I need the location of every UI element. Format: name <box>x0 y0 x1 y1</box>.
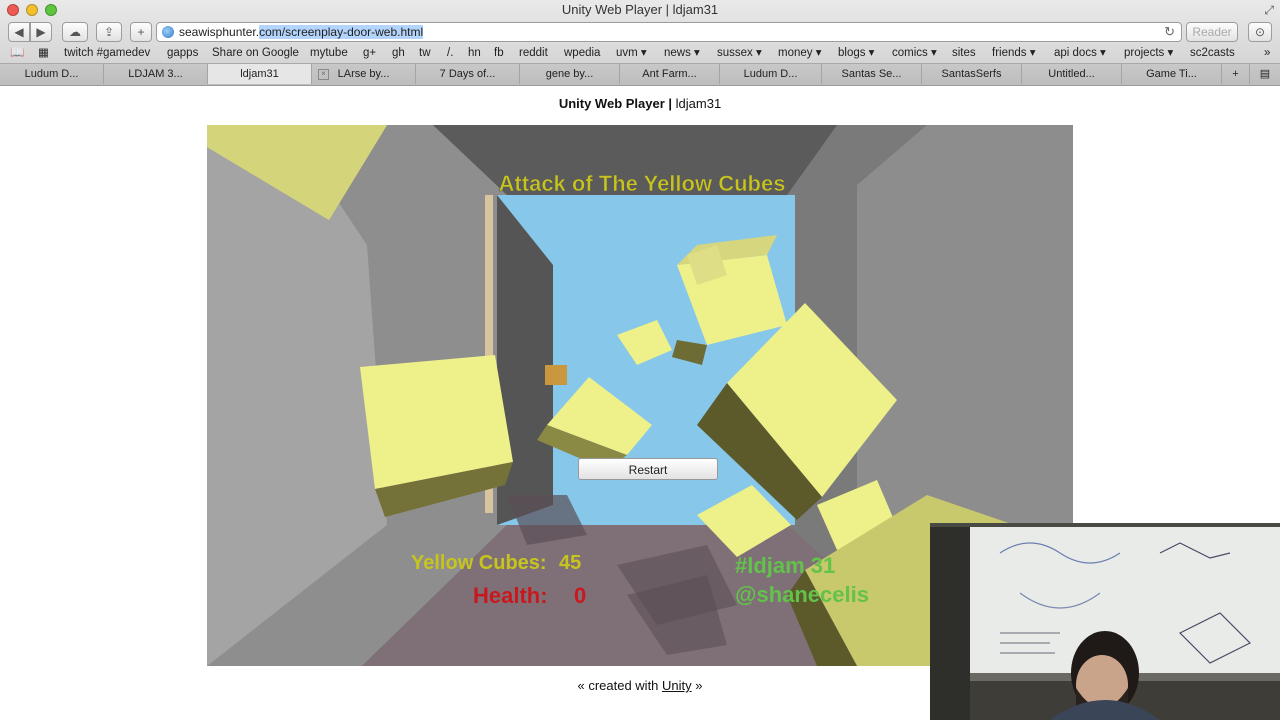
bookmarks-bar: 📖 ▦ twitch #gamedev gapps Share on Googl… <box>0 44 1280 62</box>
page-title-rest: ldjam31 <box>672 96 722 111</box>
small-cube <box>545 365 567 385</box>
close-window-button[interactable] <box>7 4 19 16</box>
tab-bar: Ludum D... LDJAM 3... ldjam31 × LArse by.… <box>0 63 1280 85</box>
tab[interactable]: SantasSerfs <box>922 64 1022 84</box>
tab-label: Ludum D... <box>743 68 798 80</box>
tab-label: SantasSerfs <box>941 68 1002 80</box>
bookmark-item[interactable]: uvm ▾ <box>616 44 647 62</box>
tab-active[interactable]: ldjam31 <box>208 64 312 84</box>
bookmark-item[interactable]: gh <box>392 44 405 62</box>
cubes-value: 45 <box>559 552 581 574</box>
tab[interactable]: Untitled... <box>1022 64 1122 84</box>
footer-suffix: » <box>691 678 703 693</box>
url-host: seawisphunter. <box>179 25 260 39</box>
top-sites-grid-icon[interactable]: ▦ <box>38 44 49 62</box>
restart-button[interactable]: Restart <box>578 458 718 480</box>
bookmark-item[interactable]: comics ▾ <box>892 44 937 62</box>
bookmarks-overflow-icon[interactable]: » <box>1264 44 1270 62</box>
browser-chrome: Unity Web Player | ldjam31 ⤢ ◀ ▶ ☁ ⇪ + s… <box>0 0 1280 86</box>
bookmark-item[interactable]: money ▾ <box>778 44 821 62</box>
page-title-bold: Unity Web Player | <box>558 96 673 111</box>
game-title: Attack of The Yellow Cubes <box>499 171 786 196</box>
tab[interactable]: × LArse by... <box>312 64 416 84</box>
reader-button[interactable]: Reader <box>1186 22 1238 42</box>
webcam-overlay <box>930 523 1280 720</box>
icloud-tabs-button[interactable]: ☁ <box>62 22 88 42</box>
downloads-button[interactable]: ⊙ <box>1248 22 1272 42</box>
bookmark-item[interactable]: fb <box>494 44 504 62</box>
author-handle: @shanecelis <box>735 582 869 607</box>
close-tab-icon[interactable]: × <box>318 69 329 80</box>
tab-label: Ludum D... <box>24 68 79 80</box>
bookmark-item[interactable]: /. <box>447 44 453 62</box>
page-title: Unity Web Player | ldjam31 <box>0 96 1280 111</box>
plus-icon: + <box>137 25 145 39</box>
plus-icon: + <box>1232 68 1239 80</box>
tab-label: Untitled... <box>1048 68 1095 80</box>
share-icon: ⇪ <box>103 25 115 39</box>
tab-label: Ant Farm... <box>642 68 697 80</box>
tab-label: Game Ti... <box>1146 68 1197 80</box>
bookmark-item[interactable]: g+ <box>363 44 376 62</box>
back-button[interactable]: ◀ <box>8 22 30 42</box>
downloads-icon: ⊙ <box>1254 25 1266 39</box>
zoom-window-button[interactable] <box>45 4 57 16</box>
tab-label: gene by... <box>545 68 594 80</box>
toolbar: ◀ ▶ ☁ ⇪ + seawisphunter.com/screenplay-d… <box>0 20 1280 44</box>
minimize-window-button[interactable] <box>26 4 38 16</box>
back-arrow-icon: ◀ <box>14 25 24 39</box>
tab-label: Santas Se... <box>841 68 902 80</box>
tab-label: ldjam31 <box>240 68 279 80</box>
reload-icon[interactable]: ↻ <box>1164 23 1175 41</box>
tab[interactable]: Game Ti... <box>1122 64 1222 84</box>
webcam-scene <box>930 523 1280 720</box>
bookmark-item[interactable]: sussex ▾ <box>717 44 762 62</box>
bookmark-item[interactable]: mytube <box>310 44 348 62</box>
fullscreen-icon[interactable]: ⤢ <box>1264 3 1274 18</box>
bookmark-item[interactable]: friends ▾ <box>992 44 1035 62</box>
bookmark-item[interactable]: gapps <box>167 44 198 62</box>
bookmark-item[interactable]: twitch #gamedev <box>64 44 150 62</box>
bookmark-item[interactable]: sites <box>952 44 976 62</box>
tab[interactable]: Ant Farm... <box>620 64 720 84</box>
cubes-label: Yellow Cubes: <box>411 552 547 574</box>
health-value: 0 <box>574 583 586 608</box>
forward-button[interactable]: ▶ <box>30 22 52 42</box>
bookmark-item[interactable]: hn <box>468 44 481 62</box>
bookmark-item[interactable]: projects ▾ <box>1124 44 1173 62</box>
bookmark-item[interactable]: blogs ▾ <box>838 44 874 62</box>
health-label: Health: <box>473 583 548 608</box>
bookmark-item[interactable]: reddit <box>519 44 548 62</box>
new-tab-button[interactable]: + <box>1222 64 1250 84</box>
address-bar[interactable]: seawisphunter.com/screenplay-door-web.ht… <box>156 22 1182 42</box>
cloud-icon: ☁ <box>69 25 81 39</box>
footer-prefix: « created with <box>577 678 663 693</box>
hashtag-label: #ldjam 31 <box>735 553 835 578</box>
tab-label: 7 Days of... <box>439 68 496 80</box>
tab-grid-icon: ▤ <box>1259 68 1271 80</box>
window-title: Unity Web Player | ldjam31 <box>561 2 719 17</box>
unity-link[interactable]: Unity <box>662 678 692 693</box>
reading-list-icon[interactable]: 📖 <box>10 44 24 62</box>
globe-icon <box>162 26 174 38</box>
tab[interactable]: gene by... <box>520 64 620 84</box>
bookmark-item[interactable]: news ▾ <box>664 44 700 62</box>
tab-label: LArse by... <box>337 68 390 80</box>
bookmark-item[interactable]: api docs ▾ <box>1054 44 1106 62</box>
bookmark-item[interactable]: sc2casts <box>1190 44 1235 62</box>
forward-arrow-icon: ▶ <box>36 25 46 39</box>
tab[interactable]: LDJAM 3... <box>104 64 208 84</box>
tab[interactable]: Ludum D... <box>0 64 104 84</box>
bookmark-item[interactable]: wpedia <box>564 44 600 62</box>
tab[interactable]: 7 Days of... <box>416 64 520 84</box>
tab[interactable]: Ludum D... <box>720 64 822 84</box>
bookmark-item[interactable]: Share on Google <box>212 44 299 62</box>
tab-overview-button[interactable]: ▤ <box>1250 64 1280 84</box>
bookmark-item[interactable]: tw <box>419 44 431 62</box>
url-path: com/screenplay-door-web.html <box>259 25 424 39</box>
share-button[interactable]: ⇪ <box>96 22 122 42</box>
tab[interactable]: Santas Se... <box>822 64 922 84</box>
tab-label: LDJAM 3... <box>128 68 183 80</box>
add-bookmark-button[interactable]: + <box>130 22 152 42</box>
